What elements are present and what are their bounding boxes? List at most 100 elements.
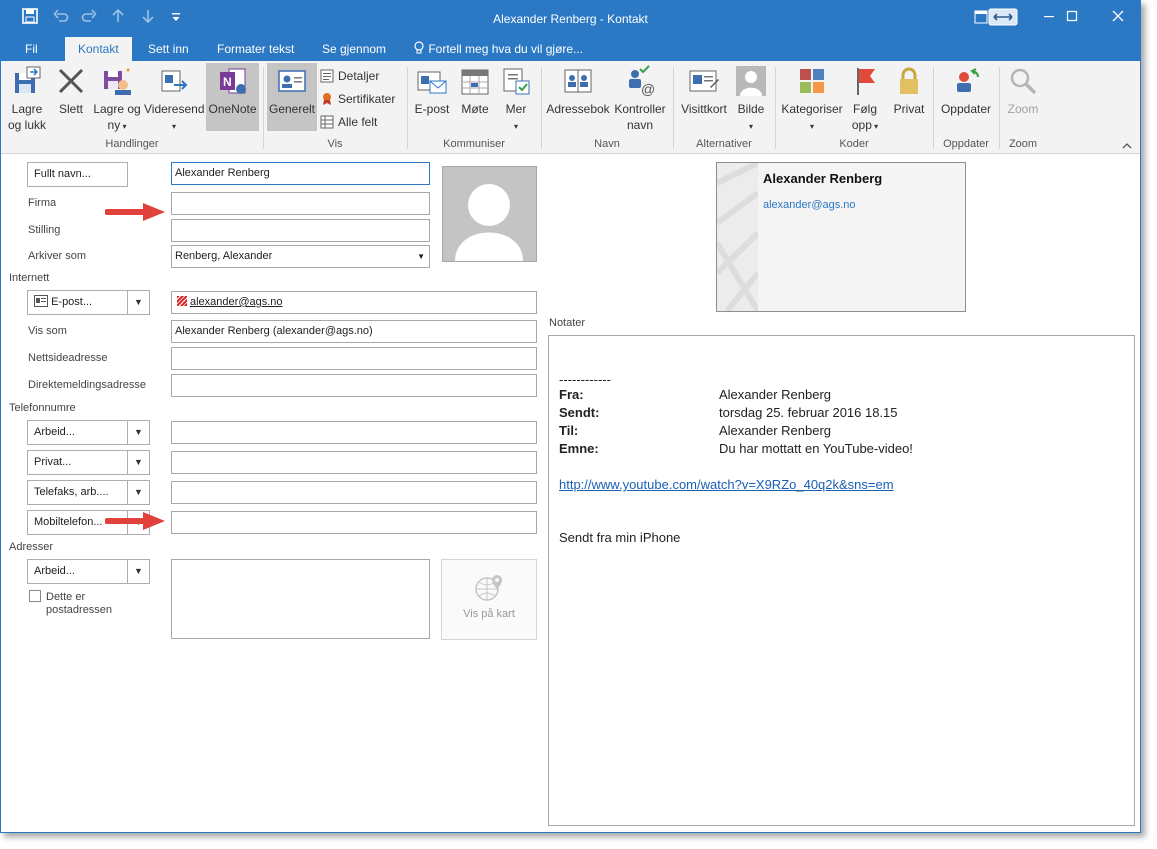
group-label-oppdater: Oppdater [943,138,989,150]
notes-sent-value: torsdag 25. februar 2016 18.15 [719,405,898,420]
flag-icon [849,65,881,97]
phone-type-dropdown[interactable]: ▼ [128,480,150,505]
delete-button[interactable]: Slett [53,65,89,117]
address-book-button[interactable]: Adressebok [545,65,611,117]
email-field-button[interactable]: E-post... [27,290,128,315]
title-bar: Alexander Renberg - Kontakt [1,1,1140,37]
notes-youtube-link[interactable]: http://www.youtube.com/watch?v=X9RZo_40q… [559,476,894,494]
picture-label: Bilde [737,102,765,116]
picture-button[interactable]: Bilde ▾ [733,65,769,135]
forward-button[interactable]: Videresend ▾ [144,65,205,135]
email-button[interactable]: E-post [412,65,452,117]
close-icon[interactable] [1095,1,1140,33]
notes-sent-key: Sendt: [559,405,600,420]
ribbon-separator [541,67,542,149]
certificates-button[interactable]: Sertifikater [320,90,395,108]
details-button[interactable]: Detaljer [320,67,379,85]
tab-insert[interactable]: Sett inn [148,37,189,61]
meeting-button[interactable]: Møte [455,65,495,117]
business-card-label: Visittkort [681,102,727,116]
display-as-input[interactable]: Alexander Renberg (alexander@ags.no) [171,320,537,343]
ribbon-separator [933,67,934,149]
phone-type-dropdown[interactable]: ▼ [128,420,150,445]
tell-me-search[interactable]: Fortell meg hva du vil gjøre... [413,37,583,61]
phone-type-button-home[interactable]: Privat... [27,450,128,475]
general-view-button[interactable]: Generelt [267,63,317,131]
update-icon [950,65,982,97]
email-icon [416,65,448,97]
globe-pin-icon [442,573,536,606]
all-fields-button[interactable]: Alle felt [320,113,377,131]
follow-up-label-1: Følg [853,102,877,116]
ribbon-separator [673,67,674,149]
categorize-button[interactable]: Kategoriser ▾ [779,65,845,135]
phone-input-fax[interactable] [171,481,537,504]
private-label: Privat [893,102,925,116]
email-label: E-post [414,102,450,116]
mailing-address-label-line1: Dette er [46,591,86,603]
onenote-button[interactable]: N OneNote [206,63,259,131]
lock-icon [893,65,925,97]
address-type-dropdown[interactable]: ▼ [128,559,150,584]
map-it-label: Vis på kart [463,608,515,620]
im-address-label: Direktemeldingsadresse [28,379,146,391]
follow-up-button[interactable]: Følg opp ▾ [847,65,883,135]
address-book-label: Adressebok [546,102,610,116]
contact-photo[interactable] [442,166,537,262]
delete-icon [55,65,87,97]
meeting-icon [459,65,491,97]
lightbulb-icon [413,41,428,56]
notes-editor[interactable]: ------------ Fra: Alexander Renberg Send… [548,335,1135,826]
file-as-value: Renberg, Alexander [175,250,273,262]
update-label: Oppdater [940,102,992,116]
save-close-label-1: Lagre [11,102,43,116]
check-names-button[interactable]: @ Kontroller navn [612,65,668,133]
full-name-button[interactable]: Fullt navn... [27,162,128,187]
email-dropdown[interactable]: ▼ [128,290,150,315]
save-close-label-2: og lukk [7,118,47,132]
job-title-input[interactable] [171,219,430,242]
tab-file[interactable]: Fil [25,37,38,61]
phone-input-home[interactable] [171,451,537,474]
save-new-button[interactable]: Lagre og ny ▾ [91,65,143,135]
phone-type-button-fax[interactable]: Telefaks, arb.... [27,480,128,505]
group-label-navn: Navn [594,138,620,150]
collapse-ribbon-icon[interactable] [1122,139,1132,153]
svg-text:@: @ [641,81,655,97]
phone-type-button-work[interactable]: Arbeid... [27,420,128,445]
phone-input-mobile[interactable] [171,511,537,534]
map-it-button[interactable]: Vis på kart [441,559,537,640]
tab-contact[interactable]: Kontakt [65,37,132,61]
notes-subject-value: Du har mottatt en YouTube-video! [719,441,913,456]
company-input[interactable] [171,192,430,215]
mailing-address-label-line2: postadressen [46,604,113,616]
annotation-arrow-company [104,201,167,221]
web-page-input[interactable] [171,347,537,370]
address-type-button[interactable]: Arbeid... [27,559,128,584]
tab-review[interactable]: Se gjennom [322,37,386,61]
full-name-input[interactable]: Alexander Renberg [171,162,430,185]
business-card-button[interactable]: Visittkort [677,65,731,117]
address-textarea[interactable] [171,559,430,639]
email-input[interactable]: alexander@ags.no [171,291,537,314]
onenote-label: OneNote [208,102,257,116]
zoom-button[interactable]: Zoom [1003,65,1043,117]
more-button[interactable]: Mer ▾ [498,65,534,135]
mailing-address-checkbox[interactable] [29,590,41,602]
maximize-icon[interactable] [1049,1,1095,33]
save-close-button[interactable]: Lagre og lukk [4,65,50,133]
private-button[interactable]: Privat [889,65,929,117]
phone-type-dropdown[interactable]: ▼ [128,450,150,475]
address-card-icon [34,295,48,308]
update-button[interactable]: Oppdater [937,65,995,117]
notes-subject-key: Emne: [559,441,599,456]
group-label-vis: Vis [327,138,343,150]
file-as-select[interactable]: Renberg, Alexander ▼ [171,245,430,268]
ribbon-display-icon[interactable] [971,1,1021,33]
annotation-arrow-mobile [104,510,167,530]
categorize-icon [796,65,828,97]
phone-input-work[interactable] [171,421,537,444]
business-card-preview[interactable]: Alexander Renberg alexander@ags.no [716,162,966,312]
im-address-input[interactable] [171,374,537,397]
tab-format-text[interactable]: Formater tekst [217,37,294,61]
